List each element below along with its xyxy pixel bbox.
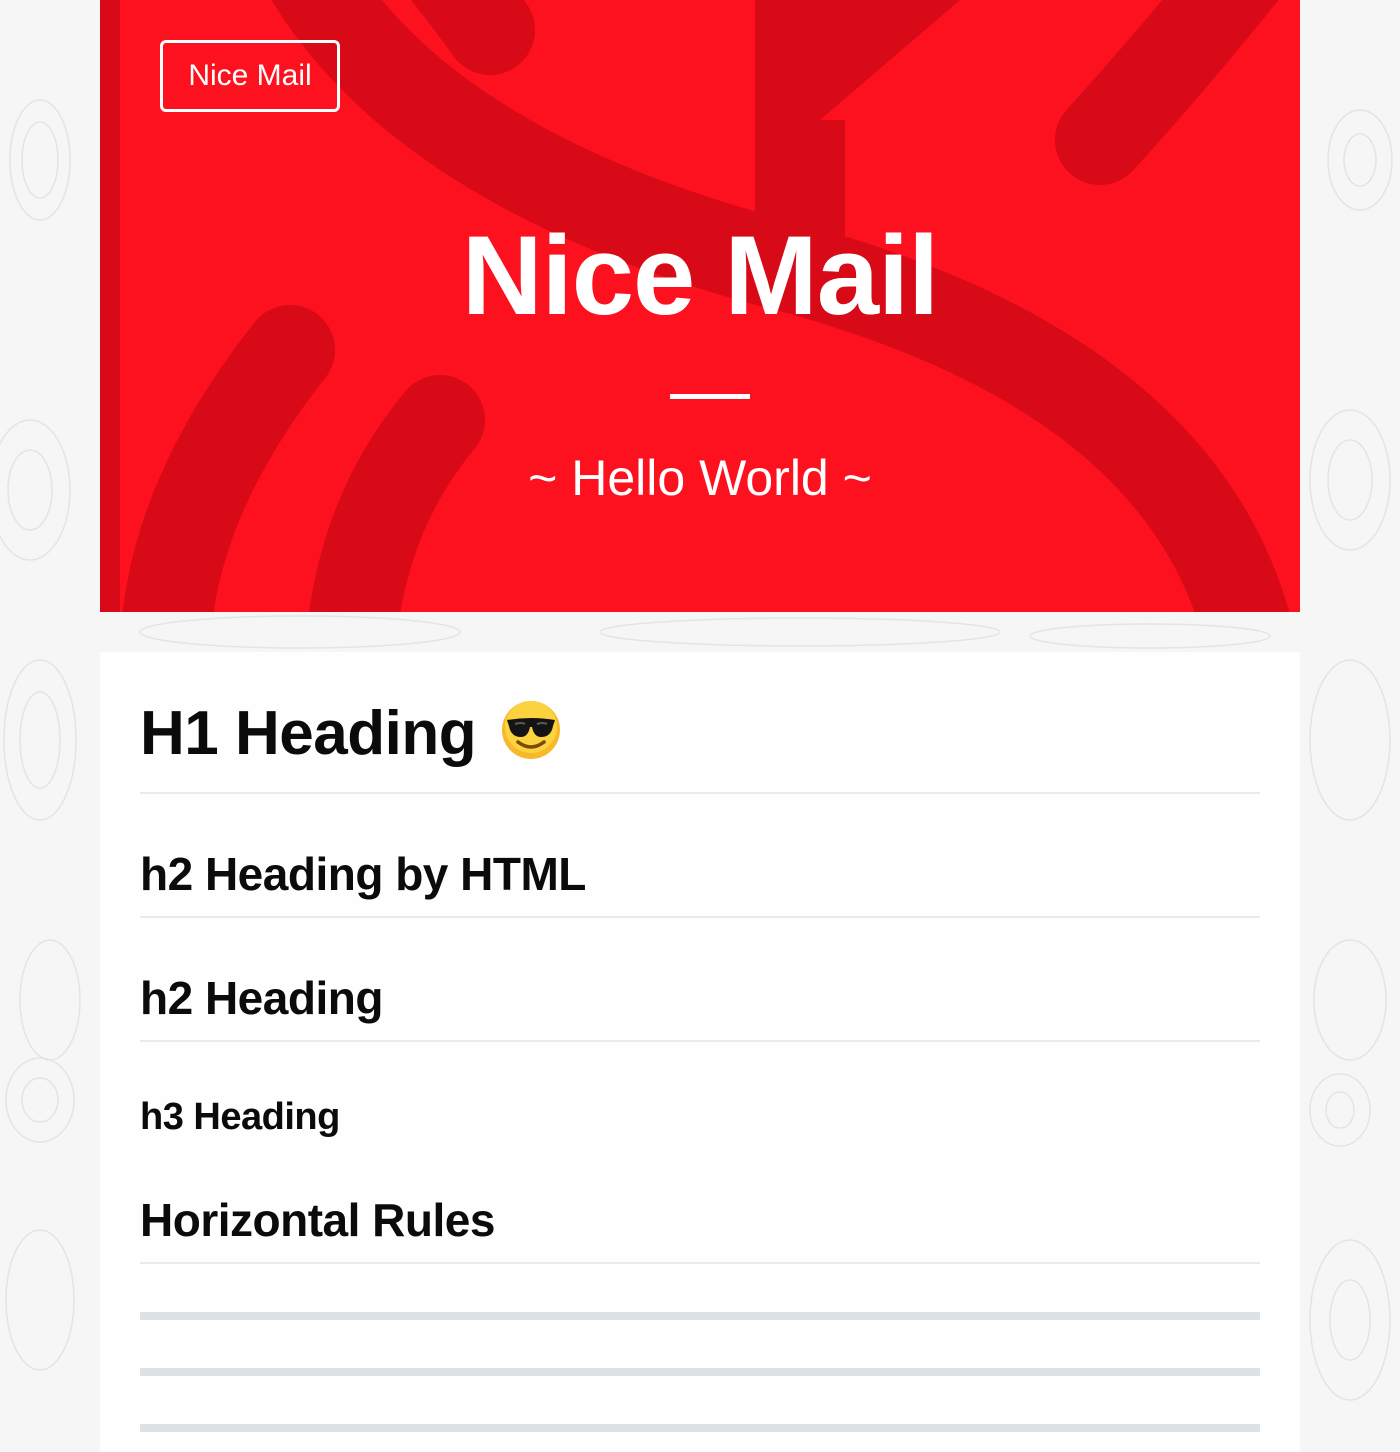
h2-heading: h2 Heading (140, 966, 1260, 1042)
hero-divider (670, 394, 750, 399)
brand-badge[interactable]: Nice Mail (160, 40, 340, 112)
hero-banner: Nice Mail Nice Mail ~ Hello World ~ (100, 0, 1300, 612)
smiling-face-with-sunglasses-icon (501, 701, 560, 759)
horizontal-rule (140, 1368, 1260, 1376)
h1-heading: H1 Heading (140, 694, 1260, 794)
h2-heading-by-html: h2 Heading by HTML (140, 842, 1260, 918)
hero-subtitle: ~ Hello World ~ (528, 450, 872, 506)
horizontal-rule (140, 1312, 1260, 1320)
horizontal-rule (140, 1424, 1260, 1432)
h3-heading: h3 Heading (140, 1096, 340, 1138)
horizontal-rules-heading: Horizontal Rules (140, 1188, 1260, 1264)
hero-title: Nice Mail (461, 213, 940, 338)
h1-heading-text: H1 Heading (140, 699, 477, 768)
